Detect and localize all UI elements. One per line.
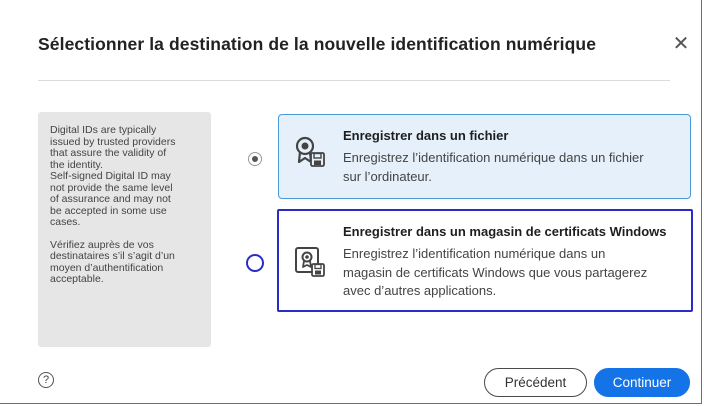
previous-button[interactable]: Précédent [484,368,587,397]
option-store-title: Enregistrer dans un magasin de certifica… [343,224,667,239]
info-paragraph-verify: Vérifiez auprès de vos destinataires s’i… [50,238,175,285]
title-divider [38,80,670,81]
new-digital-id-dialog: Sélectionner la destination de la nouvel… [0,0,702,404]
option-file-description: Enregistrez l’identification numérique d… [343,150,644,184]
radio-save-to-windows-store[interactable] [246,254,264,272]
continue-button[interactable]: Continuer [594,368,690,397]
dialog-title: Sélectionner la destination de la nouvel… [38,34,597,54]
certificate-store-icon [293,245,327,284]
help-icon[interactable]: ? [38,372,54,388]
option-save-to-windows-store[interactable]: Enregistrer dans un magasin de certifica… [277,209,693,312]
close-icon[interactable]: ✕ [671,34,691,54]
option-save-to-file[interactable]: Enregistrer dans un fichier Enregistrez … [278,114,691,199]
option-file-title: Enregistrer dans un fichier [343,128,509,143]
info-paragraph-digital-ids: Digital IDs are typically issued by trus… [50,124,176,228]
certificate-file-icon [293,135,327,174]
radio-save-to-file[interactable] [248,152,262,166]
option-store-description: Enregistrez l’identification numérique d… [343,246,648,298]
info-panel: Digital IDs are typically issued by trus… [38,112,211,347]
